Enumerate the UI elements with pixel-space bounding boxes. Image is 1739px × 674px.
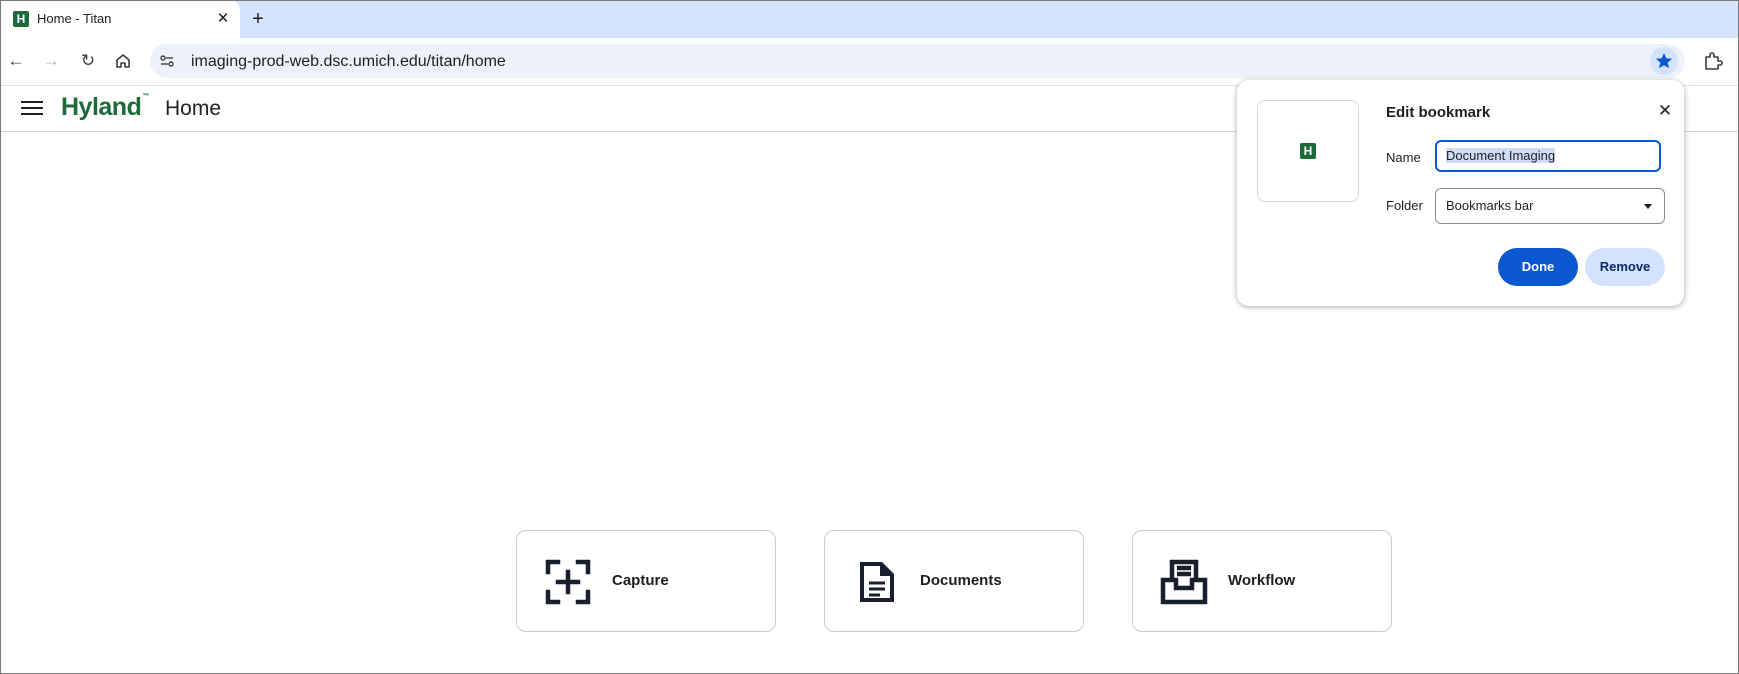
tile-label: Documents [920, 572, 1002, 589]
workflow-tile[interactable]: Workflow [1132, 530, 1392, 632]
dialog-title: Edit bookmark [1386, 104, 1491, 121]
close-tab-icon[interactable]: ✕ [213, 9, 233, 29]
document-icon [860, 562, 894, 602]
chevron-down-icon [1644, 204, 1652, 209]
back-button[interactable]: ← [5, 50, 27, 72]
forward-button[interactable]: → [40, 50, 62, 72]
hyland-logo[interactable]: Hyland™ [61, 93, 149, 122]
extensions-button[interactable] [1701, 49, 1725, 73]
url-text: imaging-prod-web.dsc.umich.edu/titan/hom… [191, 53, 506, 70]
bookmark-preview: H [1257, 100, 1359, 202]
hyland-favicon-icon: H [1300, 143, 1316, 159]
tile-label: Workflow [1228, 572, 1296, 589]
folder-value: Bookmarks bar [1446, 198, 1534, 213]
folder-label: Folder [1386, 198, 1423, 213]
tile-label: Capture [612, 572, 669, 589]
address-bar[interactable]: imaging-prod-web.dsc.umich.edu/titan/hom… [150, 44, 1685, 78]
done-button[interactable]: Done [1498, 248, 1578, 286]
reload-button[interactable]: ↻ [77, 50, 99, 72]
close-icon[interactable]: ✕ [1655, 101, 1675, 121]
browser-tab[interactable]: H Home - Titan ✕ [0, 0, 240, 38]
new-tab-button[interactable]: + [247, 8, 269, 30]
home-button[interactable] [112, 50, 134, 72]
bookmark-star-button[interactable] [1650, 47, 1678, 75]
capture-icon [545, 559, 591, 605]
menu-icon[interactable] [21, 98, 43, 118]
puzzle-icon [1705, 52, 1723, 70]
tab-strip: H Home - Titan ✕ + [0, 0, 1739, 38]
hyland-favicon-icon: H [13, 11, 29, 27]
tab-title: Home - Titan [37, 11, 112, 26]
page-title: Home [165, 97, 222, 120]
folder-select[interactable]: Bookmarks bar [1435, 188, 1665, 224]
tune-icon [160, 55, 174, 67]
edit-bookmark-dialog: H Edit bookmark ✕ Name Document Imaging … [1237, 80, 1684, 306]
browser-toolbar: ← → ↻ imaging-prod-web.dsc.umich.edu/tit… [0, 38, 1739, 85]
capture-tile[interactable]: Capture [516, 530, 776, 632]
star-icon [1656, 53, 1672, 69]
name-label: Name [1386, 150, 1421, 165]
home-icon [116, 54, 130, 68]
bookmark-name-input[interactable]: Document Imaging [1435, 140, 1661, 172]
name-value: Document Imaging [1446, 148, 1556, 163]
remove-button[interactable]: Remove [1585, 248, 1665, 286]
inbox-tray-icon [1160, 559, 1208, 605]
site-info-button[interactable] [156, 50, 178, 72]
documents-tile[interactable]: Documents [824, 530, 1084, 632]
